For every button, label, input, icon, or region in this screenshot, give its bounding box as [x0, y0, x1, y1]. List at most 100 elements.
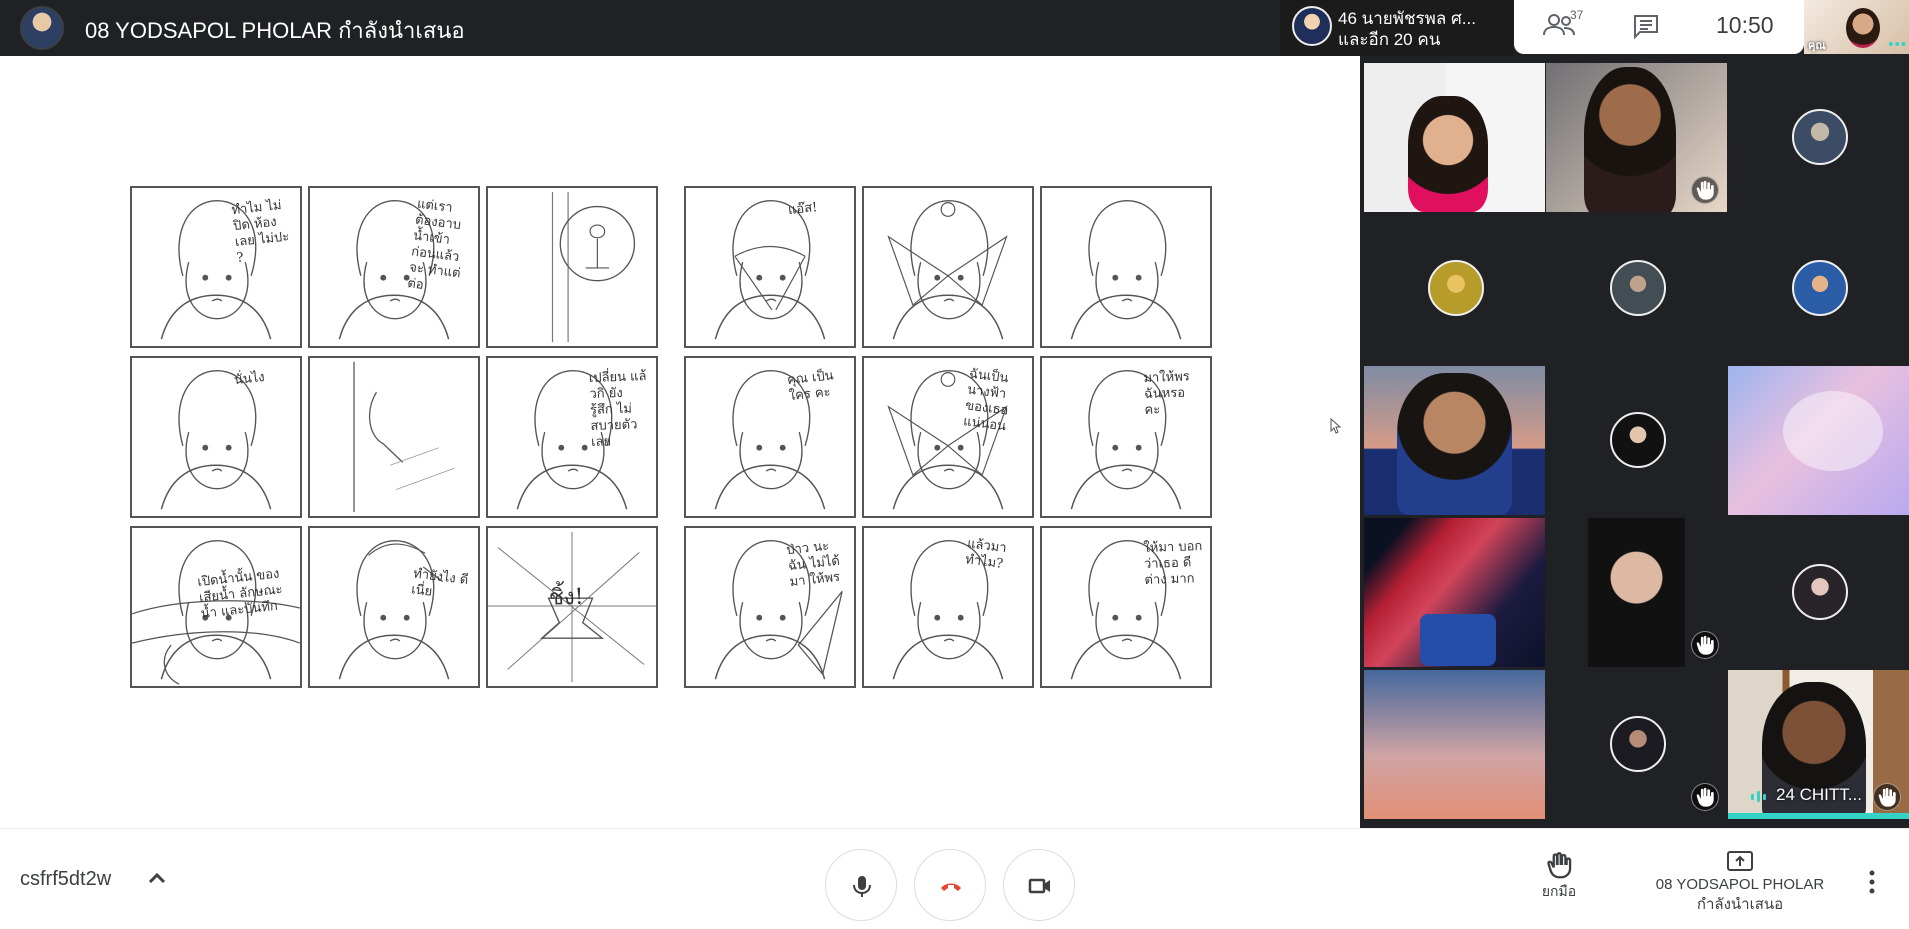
participant-tile[interactable]: [1364, 518, 1545, 667]
storyboard-panel: แอ๊ส!: [684, 186, 856, 348]
speech-text: ฉันเป็น นางฟ้า ของเธอ แน่นอน: [962, 366, 1010, 435]
speaking-indicator-icon: [1751, 791, 1766, 802]
raise-hand-indicator: [1691, 783, 1719, 811]
presenter-title: 08 YODSAPOL PHOLAR กำลังนำเสนอ: [85, 18, 465, 43]
chat-icon[interactable]: [1632, 13, 1660, 39]
participant-tile-speaking[interactable]: 24 CHITT...: [1728, 670, 1909, 819]
speech-text: ป่าว นะฉัน ไม่ได้มา ให้พร: [785, 538, 841, 591]
participant-tile[interactable]: [1728, 518, 1909, 667]
self-video-tile[interactable]: คุณ •••: [1804, 0, 1909, 54]
raise-hand-indicator: [1691, 176, 1719, 204]
participant-tile[interactable]: [1728, 214, 1909, 363]
participant-video: [1584, 67, 1676, 212]
participant-tile[interactable]: [1546, 366, 1727, 515]
storyboard-panel: ทำยังไง ดีเนี่ย: [308, 526, 480, 688]
sketch-drawing: [887, 199, 1008, 340]
participant-tile[interactable]: [1546, 63, 1727, 212]
participant-tile[interactable]: [1364, 214, 1545, 363]
participant-name: 24 CHITT...: [1776, 785, 1862, 804]
storyboard-panel: เปลี่ยน แล้วกิ ยัง รู้สึก ไม่ สบายตัว เล…: [486, 356, 658, 518]
storyboard-panel: ให้มา บอกว่าเธอ ดีต่าง มาก: [1040, 526, 1212, 688]
participant-tile[interactable]: [1728, 63, 1909, 212]
participant-avatar: [1792, 109, 1848, 165]
participant-count: 37: [1570, 8, 1584, 22]
participant-grid: 24 CHITT...: [1360, 56, 1909, 828]
storyboard-panel: แล้วมา ทำไม?: [862, 526, 1034, 688]
raise-hand-indicator: [1873, 783, 1901, 811]
meeting-tools: 37 10:50: [1514, 0, 1804, 54]
mouse-cursor-icon: [1330, 418, 1342, 434]
storyboard-panel: [486, 186, 658, 348]
participant-avatar: [1610, 716, 1666, 772]
participant-avatar: [1610, 412, 1666, 468]
mic-icon: [853, 876, 871, 897]
speech-text: คุณ เป็นใคร คะ: [786, 368, 835, 405]
presenting-button[interactable]: 08 YODSAPOL PHOLAR กำลังนำเสนอ: [1640, 847, 1840, 917]
mic-button[interactable]: [825, 849, 897, 921]
raise-hand-indicator: [1691, 631, 1719, 659]
participant-tile[interactable]: [1728, 366, 1909, 515]
speech-text: มาให้พร ฉันหรอ คะ: [1143, 369, 1191, 419]
participant-avatar: [1428, 260, 1484, 316]
hangup-icon: [941, 883, 961, 891]
participant-tile[interactable]: [1546, 214, 1727, 363]
storyboard-panel: แต่เรา ต้องอาบน้ำเข้า ก่อนแล้วจะ ทำแต่ต่…: [308, 186, 480, 348]
meeting-code[interactable]: csfrf5dt2w: [20, 868, 111, 891]
raise-hand-label: ยกมือ: [1541, 883, 1577, 899]
present-icon: [1727, 851, 1753, 871]
participant-tile[interactable]: [1546, 670, 1727, 819]
storyboard-panel: นั่นไง: [130, 356, 302, 518]
camera-button[interactable]: [1003, 849, 1075, 921]
chevron-up-icon[interactable]: [146, 869, 168, 887]
speech-text: แต่เรา ต้องอาบน้ำเข้า ก่อนแล้วจะ ทำแต่ต่…: [406, 196, 462, 293]
storyboard-panel: เปิดน้ำนั้น ของเสียน้ำ ลักษณะน้ำ และบันท…: [130, 526, 302, 688]
sketch-drawing: [551, 191, 636, 343]
sketch-drawing: [353, 361, 455, 513]
storyboard-panel: [862, 186, 1034, 348]
speech-text: ทำไม ไม่ ปิด ห้องเลย ไม่ปะ ?: [230, 198, 290, 266]
speech-text: ชิ้ง!: [548, 584, 584, 611]
participant-avatar: [1792, 564, 1848, 620]
storyboard-panel: ป่าว นะฉัน ไม่ได้มา ให้พร: [684, 526, 856, 688]
participant-avatar: [1792, 260, 1848, 316]
storyboard-panel: [308, 356, 480, 518]
participant-tile[interactable]: [1364, 63, 1545, 212]
participant-video: [1588, 518, 1685, 667]
storyboard-panel: [1040, 186, 1212, 348]
participant-video: [1783, 391, 1883, 471]
presenter-name: 08 YODSAPOL PHOLAR: [1655, 876, 1825, 893]
participant-video: [1408, 96, 1488, 212]
presentation-area: ทำไม ไม่ ปิด ห้องเลย ไม่ปะ ? แต่เรา ต้องอ…: [0, 56, 1360, 828]
presenter-avatar: [20, 6, 64, 50]
raise-hand-icon: [1547, 852, 1572, 879]
raised-hands-notification[interactable]: 46 นายพัชรพล ศ... และอีก 20 คน: [1280, 0, 1513, 56]
camera-icon: [1028, 878, 1050, 894]
speaking-bar: [1728, 813, 1909, 819]
sketch-drawing: [338, 539, 450, 680]
clock: 10:50: [1716, 12, 1774, 38]
top-bar: 08 YODSAPOL PHOLAR กำลังนำเสนอ 46 นายพัช…: [0, 0, 1909, 56]
more-vert-icon[interactable]: [1860, 867, 1884, 897]
participant-tile[interactable]: [1364, 670, 1545, 819]
storyboard-panel: ทำไม ไม่ ปิด ห้องเลย ไม่ปะ ?: [130, 186, 302, 348]
raised-hands-others: และอีก 20 คน: [1338, 30, 1441, 49]
presenter-status: กำลังนำเสนอ: [1696, 896, 1784, 913]
bottom-bar: csfrf5dt2w ยกมือ 08 YODSAPOL PHOLAR กำลั…: [0, 828, 1909, 929]
storyboard-panel: มาให้พร ฉันหรอ คะ: [1040, 356, 1212, 518]
participant-avatar: [1610, 260, 1666, 316]
raise-hand-button[interactable]: ยกมือ: [1530, 847, 1588, 917]
participant-tile[interactable]: [1546, 518, 1727, 667]
self-speaking-dots: •••: [1888, 36, 1907, 53]
speech-text: เปลี่ยน แล้วกิ ยัง รู้สึก ไม่ สบายตัว เล…: [588, 369, 647, 451]
raised-hand-avatar: [1292, 6, 1332, 46]
participant-tile[interactable]: [1364, 366, 1545, 515]
storyboard-panel: ฉันเป็น นางฟ้า ของเธอ แน่นอน: [862, 356, 1034, 518]
speech-text: ให้มา บอกว่าเธอ ดีต่าง มาก: [1143, 539, 1203, 589]
participant-video: [1420, 614, 1496, 666]
end-call-button[interactable]: [914, 849, 986, 921]
self-video: [1846, 8, 1880, 48]
self-label: คุณ: [1808, 40, 1826, 52]
speech-text: เปิดน้ำนั้น ของเสียน้ำ ลักษณะน้ำ และบันท…: [196, 566, 284, 622]
storyboard: ทำไม ไม่ ปิด ห้องเลย ไม่ปะ ? แต่เรา ต้องอ…: [130, 186, 1214, 691]
storyboard-panel: คุณ เป็นใคร คะ: [684, 356, 856, 518]
